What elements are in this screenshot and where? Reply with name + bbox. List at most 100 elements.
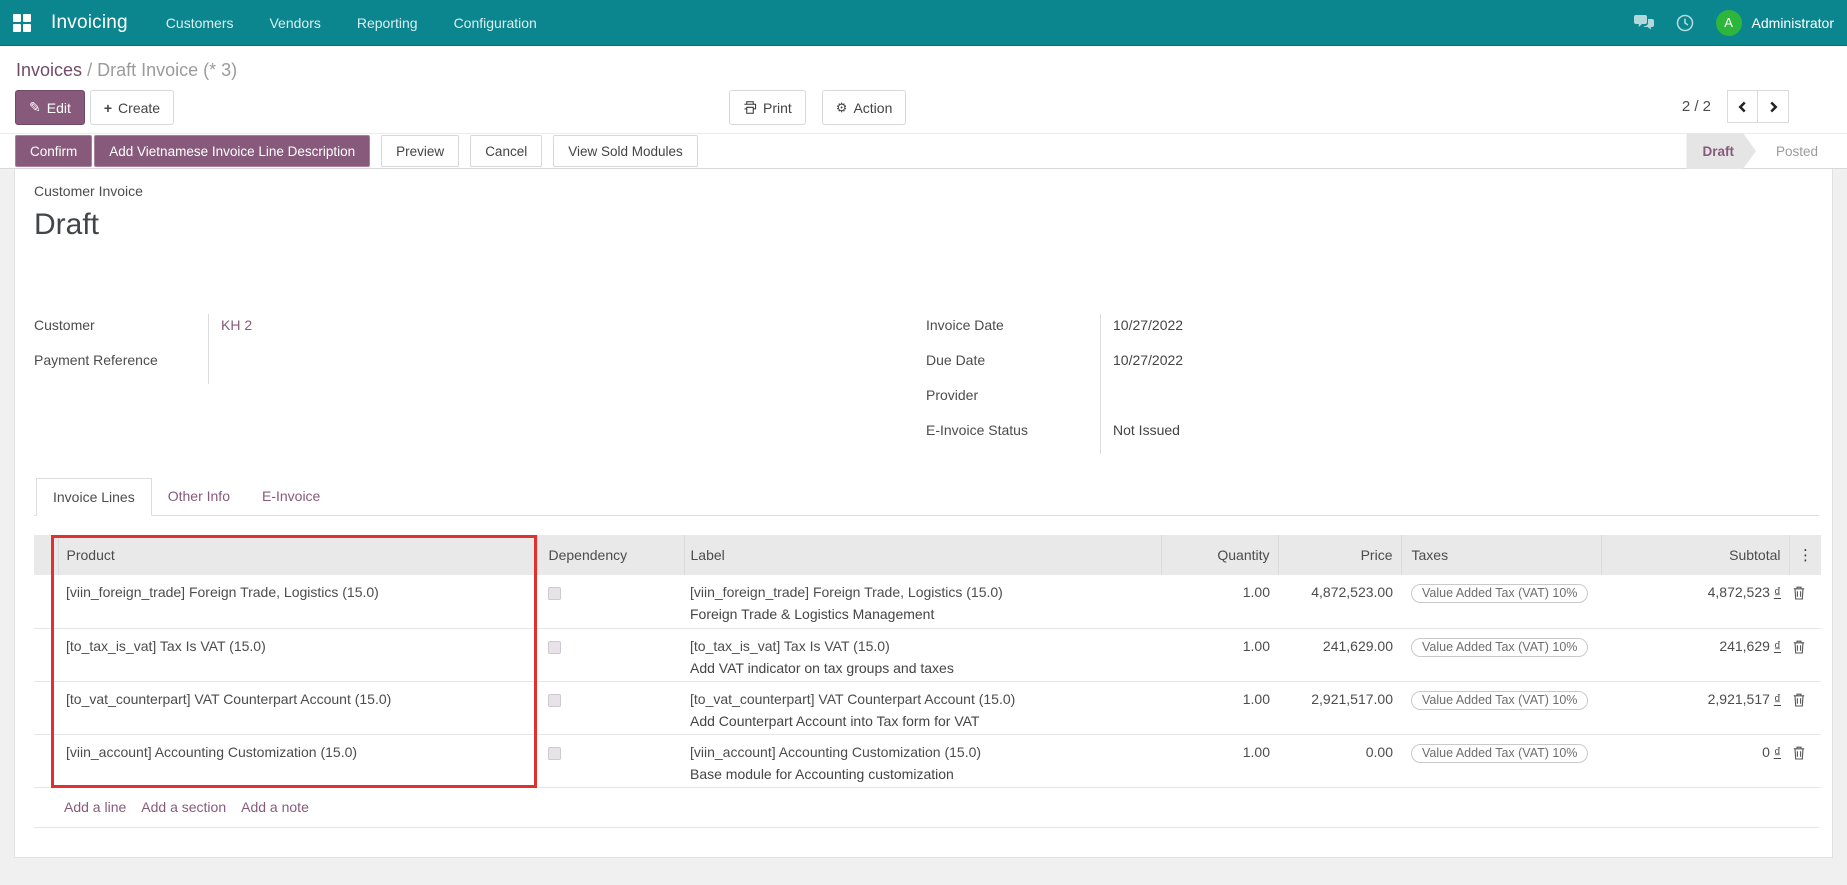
einvoice-status-field-value: Not Issued	[1100, 419, 1606, 454]
add-a-section-link[interactable]: Add a section	[141, 799, 226, 815]
form-view: Customer Invoice Draft Customer KH 2 Pay…	[0, 169, 1847, 872]
menu-vendors[interactable]: Vendors	[269, 15, 320, 31]
subtotal-cell: 4,872,523 ₫	[1601, 575, 1789, 629]
quantity-cell: 1.00	[1161, 734, 1278, 788]
provider-field-label: Provider	[926, 387, 979, 403]
optional-columns-icon[interactable]: ⋮	[1788, 535, 1821, 575]
state-posted[interactable]: Posted	[1756, 144, 1834, 159]
printer-icon	[743, 101, 757, 114]
action-button[interactable]: ⚙ Action	[821, 90, 907, 125]
view-sold-modules-button[interactable]: View Sold Modules	[553, 135, 698, 167]
add-a-note-link[interactable]: Add a note	[241, 799, 309, 815]
product-cell: [to_tax_is_vat] Tax Is VAT (15.0)	[58, 628, 537, 682]
tab-other-info[interactable]: Other Info	[152, 478, 246, 516]
add-a-line-link[interactable]: Add a line	[64, 799, 126, 815]
invoice-line-row[interactable]: [to_vat_counterpart] VAT Counterpart Acc…	[34, 681, 1821, 735]
product-cell: [viin_foreign_trade] Foreign Trade, Logi…	[58, 575, 537, 629]
user-name[interactable]: Administrator	[1752, 15, 1834, 31]
subtotal-column-header[interactable]: Subtotal	[1600, 535, 1789, 575]
messages-icon[interactable]	[1633, 14, 1654, 31]
line-footer-links: Add a line Add a section Add a note	[34, 788, 1819, 828]
customer-field-label: Customer	[34, 317, 95, 333]
notebook-tabs: Invoice Lines Other Info E-Invoice	[34, 478, 1819, 516]
row-handle-cell	[34, 681, 58, 735]
subtotal-cell: 0 ₫	[1601, 734, 1789, 788]
tax-badge: Value Added Tax (VAT) 10%	[1411, 690, 1589, 710]
product-cell: [to_vat_counterpart] VAT Counterpart Acc…	[58, 681, 537, 735]
due-date-field-value[interactable]: 10/27/2022	[1100, 349, 1606, 384]
invoice-line-row[interactable]: [to_tax_is_vat] Tax Is VAT (15.0) [to_ta…	[34, 628, 1821, 682]
breadcrumb: Invoices / Draft Invoice (* 3)	[0, 46, 1847, 85]
breadcrumb-invoices-link[interactable]: Invoices	[16, 60, 82, 80]
apps-grid-icon[interactable]	[13, 13, 31, 32]
payment-reference-field-label: Payment Reference	[34, 352, 158, 368]
dependency-cell	[537, 628, 684, 682]
dependency-column-header[interactable]: Dependency	[536, 535, 684, 575]
price-column-header[interactable]: Price	[1277, 535, 1401, 575]
price-cell: 0.00	[1278, 734, 1401, 788]
activities-clock-icon[interactable]	[1676, 14, 1694, 32]
confirm-button[interactable]: Confirm	[15, 135, 93, 167]
invoice-line-row[interactable]: [viin_foreign_trade] Foreign Trade, Logi…	[34, 575, 1821, 629]
invoice-date-field-value[interactable]: 10/27/2022	[1100, 314, 1606, 349]
quantity-column-header[interactable]: Quantity	[1160, 535, 1278, 575]
actions-cell	[1789, 681, 1821, 735]
tax-badge: Value Added Tax (VAT) 10%	[1411, 743, 1589, 763]
label-column-header[interactable]: Label	[683, 535, 1161, 575]
taxes-cell: Value Added Tax (VAT) 10%	[1401, 575, 1601, 629]
invoice-state-title: Draft	[34, 208, 100, 241]
delete-line-icon[interactable]	[1793, 746, 1805, 763]
pager-counter: 2 / 2	[1681, 98, 1711, 115]
payment-reference-field-value[interactable]	[208, 349, 594, 384]
taxes-cell: Value Added Tax (VAT) 10%	[1401, 681, 1601, 735]
delete-line-icon[interactable]	[1793, 640, 1805, 657]
plus-icon: +	[103, 99, 113, 116]
label-line-1: [viin_account] Accounting Customization …	[690, 743, 982, 760]
label-cell: [to_tax_is_vat] Tax Is VAT (15.0) Add VA…	[684, 628, 1161, 682]
control-panel: Invoices / Draft Invoice (* 3) ✎ Edit + …	[0, 46, 1847, 133]
tax-badge: Value Added Tax (VAT) 10%	[1411, 637, 1589, 657]
user-avatar[interactable]: A	[1715, 9, 1742, 36]
invoice-fields: Customer KH 2 Payment Reference Invoice …	[34, 314, 1819, 454]
actions-cell	[1789, 628, 1821, 682]
invoice-line-row[interactable]: [viin_account] Accounting Customization …	[34, 734, 1821, 788]
menu-reporting[interactable]: Reporting	[357, 15, 418, 31]
tax-badge: Value Added Tax (VAT) 10%	[1411, 584, 1589, 603]
price-cell: 2,921,517.00	[1278, 681, 1401, 735]
taxes-column-header[interactable]: Taxes	[1400, 535, 1601, 575]
tab-e-invoice[interactable]: E-Invoice	[246, 478, 336, 516]
top-navbar: Invoicing Customers Vendors Reporting Co…	[0, 0, 1847, 46]
customer-field-value[interactable]: KH 2	[208, 314, 594, 349]
currency-symbol: ₫	[1773, 584, 1781, 600]
actions-cell	[1789, 575, 1821, 629]
delete-line-icon[interactable]	[1793, 586, 1805, 603]
invoice-sheet: Customer Invoice Draft Customer KH 2 Pay…	[14, 169, 1833, 858]
edit-button[interactable]: ✎ Edit	[15, 90, 85, 125]
breadcrumb-current: Draft Invoice (* 3)	[97, 60, 238, 80]
row-handle-cell	[34, 734, 58, 788]
statusbar: Confirm Add Vietnamese Invoice Line Desc…	[0, 133, 1847, 169]
dependency-checkbox[interactable]	[548, 640, 561, 654]
pager-next-button[interactable]	[1758, 90, 1789, 123]
pager-previous-button[interactable]	[1727, 90, 1758, 123]
print-button[interactable]: Print	[729, 90, 806, 125]
dependency-checkbox[interactable]	[548, 746, 561, 760]
tab-invoice-lines[interactable]: Invoice Lines	[36, 478, 152, 516]
taxes-cell: Value Added Tax (VAT) 10%	[1401, 734, 1601, 788]
preview-button[interactable]: Preview	[381, 135, 460, 167]
dependency-checkbox[interactable]	[548, 587, 561, 600]
delete-line-icon[interactable]	[1793, 693, 1805, 710]
provider-field-value[interactable]	[1100, 384, 1606, 419]
add-vietnamese-description-button[interactable]: Add Vietnamese Invoice Line Description	[94, 135, 371, 167]
cancel-button[interactable]: Cancel	[470, 135, 543, 167]
price-cell: 241,629.00	[1278, 628, 1401, 682]
state-draft[interactable]: Draft	[1686, 133, 1756, 169]
dependency-checkbox[interactable]	[548, 693, 561, 707]
invoicing-page: Invoicing Customers Vendors Reporting Co…	[0, 0, 1847, 885]
menu-configuration[interactable]: Configuration	[454, 15, 537, 31]
product-column-header[interactable]: Product	[57, 535, 537, 575]
menu-customers[interactable]: Customers	[166, 15, 234, 31]
quantity-cell: 1.00	[1161, 681, 1278, 735]
app-name[interactable]: Invoicing	[51, 12, 128, 34]
create-button[interactable]: + Create	[89, 90, 175, 125]
